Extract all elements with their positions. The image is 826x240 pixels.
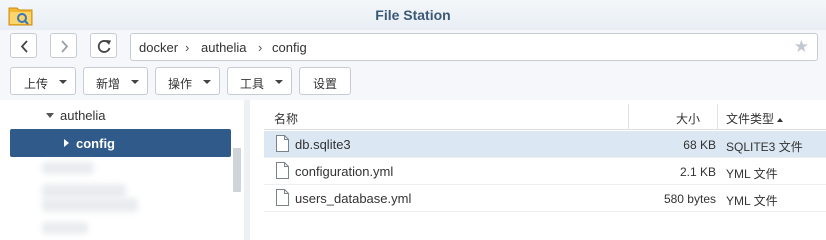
file-name: configuration.yml bbox=[295, 164, 394, 179]
file-icon bbox=[276, 135, 289, 152]
file-type: YML 文件 bbox=[726, 167, 778, 181]
tools-label: 工具 bbox=[240, 77, 265, 91]
folder-tree: authelia config bbox=[0, 100, 244, 240]
tree-scrollbar[interactable] bbox=[233, 148, 241, 192]
upload-label: 上传 bbox=[24, 77, 49, 91]
tools-button[interactable]: 工具 bbox=[227, 67, 292, 95]
upload-button[interactable]: 上传 bbox=[10, 67, 76, 95]
file-name: users_database.yml bbox=[295, 191, 412, 206]
redacted-tree-item bbox=[42, 162, 94, 174]
title-bar: File Station bbox=[0, 0, 826, 30]
table-row[interactable]: configuration.yml 2.1 KB YML 文件 bbox=[264, 158, 826, 185]
sort-ascending-icon bbox=[777, 117, 784, 122]
action-label: 操作 bbox=[168, 77, 193, 91]
window-title: File Station bbox=[375, 7, 451, 23]
breadcrumb-config[interactable]: config bbox=[272, 40, 307, 55]
breadcrumb-authelia[interactable]: authelia bbox=[201, 40, 247, 55]
file-icon bbox=[276, 189, 289, 206]
star-icon[interactable]: ★ bbox=[794, 37, 809, 57]
file-icon bbox=[276, 162, 289, 179]
settings-label: 设置 bbox=[313, 77, 338, 91]
refresh-icon bbox=[97, 40, 111, 53]
breadcrumb-docker[interactable]: docker bbox=[139, 40, 178, 55]
breadcrumb-separator: › bbox=[185, 40, 190, 55]
back-button[interactable] bbox=[10, 33, 37, 58]
action-toolbar: 上传 新增 操作 工具 设置 bbox=[0, 64, 826, 100]
column-header-type[interactable]: 文件类型 bbox=[726, 110, 784, 127]
chevron-down-icon bbox=[203, 80, 211, 84]
list-header: 名称 大小 文件类型 bbox=[264, 104, 826, 130]
chevron-right-icon bbox=[61, 40, 69, 53]
file-type: SQLITE3 文件 bbox=[726, 140, 803, 154]
table-row[interactable]: users_database.yml 580 bytes YML 文件 bbox=[264, 185, 826, 212]
collapse-arrow-icon[interactable] bbox=[64, 139, 69, 147]
tree-item-config[interactable]: config bbox=[10, 129, 231, 157]
file-list: 名称 大小 文件类型 db.sqlite3 68 KB SQLITE3 文件 c… bbox=[264, 104, 826, 240]
pane-divider[interactable] bbox=[244, 100, 250, 240]
expand-arrow-icon[interactable] bbox=[46, 113, 54, 118]
redacted-tree-item bbox=[42, 184, 126, 198]
create-button[interactable]: 新增 bbox=[83, 67, 148, 95]
file-name: db.sqlite3 bbox=[295, 137, 351, 152]
create-label: 新增 bbox=[96, 77, 121, 91]
column-header-type-label: 文件类型 bbox=[726, 112, 775, 126]
tree-item-label: authelia bbox=[60, 108, 106, 123]
forward-button[interactable] bbox=[50, 33, 77, 58]
breadcrumb-separator: › bbox=[258, 40, 263, 55]
refresh-button[interactable] bbox=[90, 33, 117, 58]
settings-button[interactable]: 设置 bbox=[299, 67, 351, 95]
column-header-size[interactable]: 大小 bbox=[676, 110, 700, 127]
path-bar[interactable]: docker › authelia › config ★ bbox=[130, 33, 818, 61]
chevron-down-icon bbox=[275, 80, 283, 84]
file-size: 2.1 KB bbox=[679, 165, 716, 179]
column-divider[interactable] bbox=[717, 104, 718, 130]
file-size: 580 bytes bbox=[663, 192, 716, 206]
navigation-bar: docker › authelia › config ★ bbox=[0, 30, 826, 64]
column-header-name[interactable]: 名称 bbox=[274, 110, 298, 127]
redacted-tree-item bbox=[42, 222, 88, 234]
chevron-down-icon bbox=[131, 80, 139, 84]
file-size: 68 KB bbox=[683, 138, 716, 152]
tree-item-authelia[interactable]: authelia bbox=[0, 101, 232, 129]
chevron-down-icon bbox=[59, 80, 67, 84]
tree-item-label: config bbox=[76, 136, 115, 151]
action-button[interactable]: 操作 bbox=[155, 67, 220, 95]
redacted-tree-item bbox=[42, 198, 138, 212]
chevron-left-icon bbox=[20, 40, 28, 53]
file-type: YML 文件 bbox=[726, 194, 778, 208]
table-row[interactable]: db.sqlite3 68 KB SQLITE3 文件 bbox=[264, 131, 826, 158]
column-divider[interactable] bbox=[628, 104, 629, 130]
